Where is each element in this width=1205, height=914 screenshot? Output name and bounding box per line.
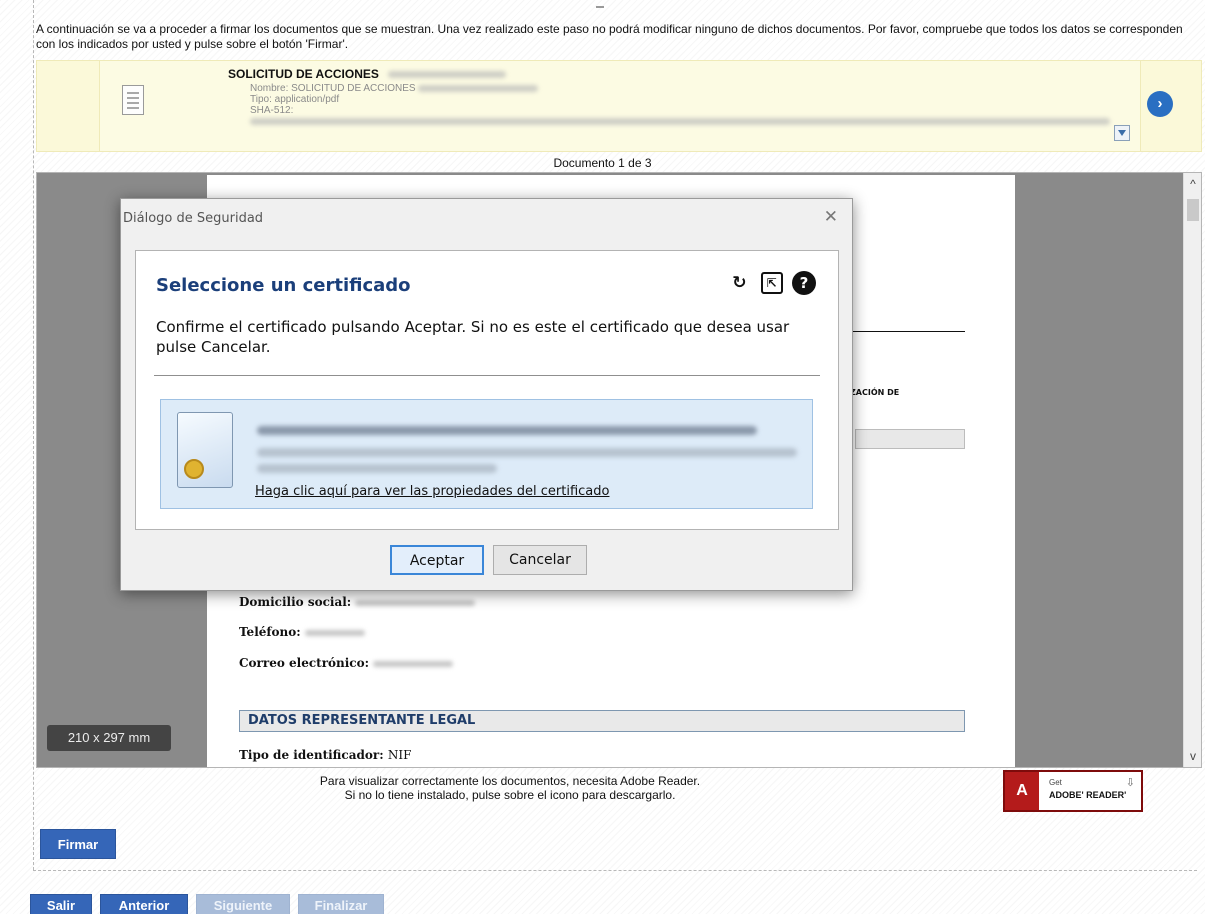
- download-document-icon[interactable]: [1114, 125, 1130, 141]
- dialog-message: Confirme el certificado pulsando Aceptar…: [156, 318, 790, 356]
- pdf-tipo-identificador: Tipo de identificador: NIF: [239, 748, 412, 762]
- certificate-item[interactable]: Haga clic aquí para ver las propiedades …: [160, 399, 813, 509]
- page-size-badge: 210 x 297 mm: [47, 725, 171, 751]
- finish-button[interactable]: Finalizar: [298, 894, 384, 914]
- pdf-field-box: [855, 429, 965, 449]
- sign-button[interactable]: Firmar: [40, 829, 116, 859]
- adobe-reader-label: ADOBE' READER': [1049, 790, 1127, 800]
- cancel-button[interactable]: Cancelar: [493, 545, 587, 575]
- top-marker: [596, 6, 604, 8]
- scroll-up-icon[interactable]: ^: [1184, 177, 1201, 191]
- intro-instructions: A continuación se va a proceder a firmar…: [36, 22, 1183, 51]
- certificate-seal-icon: [184, 459, 204, 479]
- adobe-get-label: Get: [1049, 778, 1062, 787]
- dialog-tools: ↻ ⇱ ?: [721, 271, 816, 295]
- certificate-name-redacted: [257, 426, 757, 435]
- next-button[interactable]: Siguiente: [196, 894, 290, 914]
- next-document-button[interactable]: ›: [1147, 91, 1173, 117]
- document-name: Nombre: SOLICITUD DE ACCIONES: [250, 83, 539, 94]
- pdf-partial-heading: IZACIÓN DE: [847, 388, 900, 397]
- adobe-logo-icon: A: [1005, 772, 1039, 810]
- dialog-title: Diálogo de Seguridad: [123, 211, 264, 226]
- help-icon[interactable]: ?: [792, 271, 816, 295]
- refresh-icon[interactable]: ↻: [727, 271, 751, 295]
- scroll-thumb[interactable]: [1187, 199, 1199, 221]
- document-band: SOLICITUD DE ACCIONES Nombre: SOLICITUD …: [36, 60, 1202, 152]
- import-certificate-icon[interactable]: ⇱: [760, 272, 783, 294]
- document-file-icon: [122, 85, 144, 115]
- document-type: Tipo: application/pdf: [250, 94, 340, 105]
- certificate-issuer-redacted: [257, 448, 797, 457]
- pdf-rule: [848, 331, 965, 332]
- download-arrow-icon: ⇩: [1125, 777, 1135, 789]
- adobe-reader-notice: Para visualizar correctamente los docume…: [319, 774, 701, 802]
- pdf-domicilio-label: Domicilio social:: [239, 595, 476, 609]
- certificate-icon: [177, 412, 233, 488]
- adobe-reader-download[interactable]: A Get ADOBE' READER' ⇩: [1003, 770, 1143, 812]
- document-info: SOLICITUD DE ACCIONES Nombre: SOLICITUD …: [99, 61, 1141, 151]
- document-counter: Documento 1 de 3: [553, 156, 652, 170]
- exit-button[interactable]: Salir: [30, 894, 92, 914]
- pdf-telefono-label: Teléfono:: [239, 625, 365, 639]
- document-hash: SHA-512:: [250, 105, 1140, 127]
- left-dashed-border: [33, 0, 34, 870]
- viewer-scrollbar[interactable]: ^ v: [1183, 173, 1201, 767]
- dialog-heading: Seleccione un certificado: [156, 275, 411, 296]
- bottom-dashed-border: [33, 870, 1197, 871]
- accept-button[interactable]: Aceptar: [390, 545, 484, 575]
- dialog-separator: [154, 375, 820, 376]
- document-title: SOLICITUD DE ACCIONES: [228, 67, 507, 81]
- security-dialog: Diálogo de Seguridad ✕ Seleccione un cer…: [120, 198, 853, 591]
- certificate-panel: Seleccione un certificado ↻ ⇱ ? Confirme…: [135, 250, 839, 530]
- certificate-properties-link[interactable]: Haga clic aquí para ver las propiedades …: [255, 484, 609, 499]
- previous-button[interactable]: Anterior: [100, 894, 188, 914]
- certificate-validity-redacted: [257, 464, 497, 473]
- scroll-down-icon[interactable]: v: [1184, 749, 1201, 763]
- pdf-correo-label: Correo electrónico:: [239, 656, 454, 670]
- close-icon[interactable]: ✕: [824, 207, 838, 227]
- pdf-section-representante: DATOS REPRESENTANTE LEGAL: [239, 710, 965, 732]
